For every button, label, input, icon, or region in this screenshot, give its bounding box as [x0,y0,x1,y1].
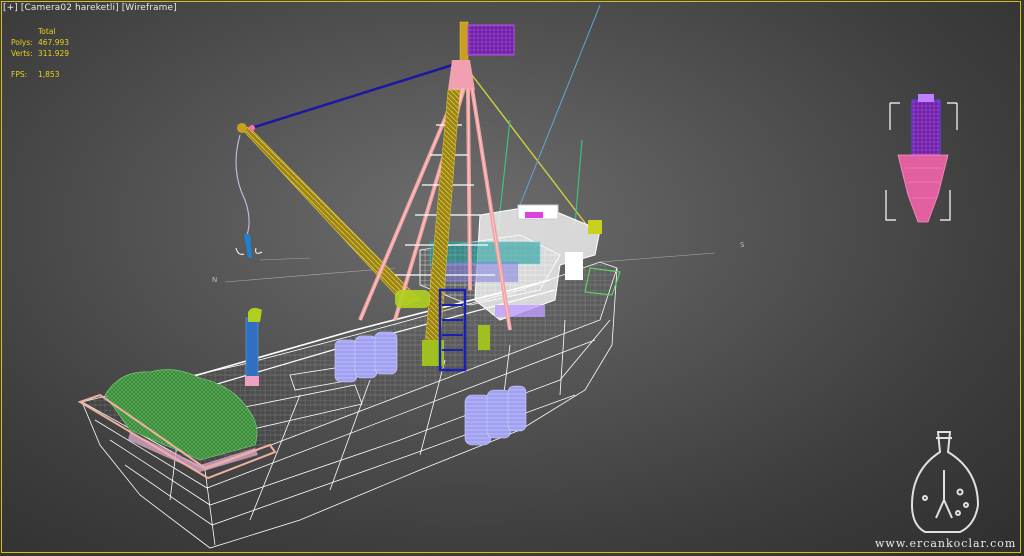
statistics-overlay: Total Polys: 467.993 Verts: 311.929 FPS: 1,… [11,26,69,80]
boat-wireframe-scene[interactable] [0,0,1024,556]
watermark-logo-icon [910,431,980,533]
polys-value: 467.993 [38,38,70,47]
polys-label: Polys: [11,38,33,47]
viewport-menu-plus[interactable]: [+] [3,3,18,13]
fps-value: 1,853 [38,70,60,79]
viewport-shading-menu[interactable]: [Wireframe] [122,3,177,13]
fps-label: FPS: [11,70,28,79]
compass-north-label: N [212,276,218,284]
verts-value: 311.929 [38,49,70,58]
compass-south-label: S [740,241,745,249]
watermark-text: www.ercankoclar.com [875,537,1017,550]
stats-header: Total [38,27,56,36]
hanging-hook [235,234,263,258]
viewcube-buoy-gizmo[interactable] [885,94,958,223]
3d-viewport[interactable]: [+] [Camera02 hareketli] [Wireframe] Tot… [0,0,1024,556]
verts-label: Verts: [11,49,33,58]
viewport-label[interactable]: [+] [Camera02 hareketli] [Wireframe] [3,3,177,13]
boom-arm [237,123,421,306]
viewport-camera-menu[interactable]: [Camera02 hareketli] [21,3,119,13]
